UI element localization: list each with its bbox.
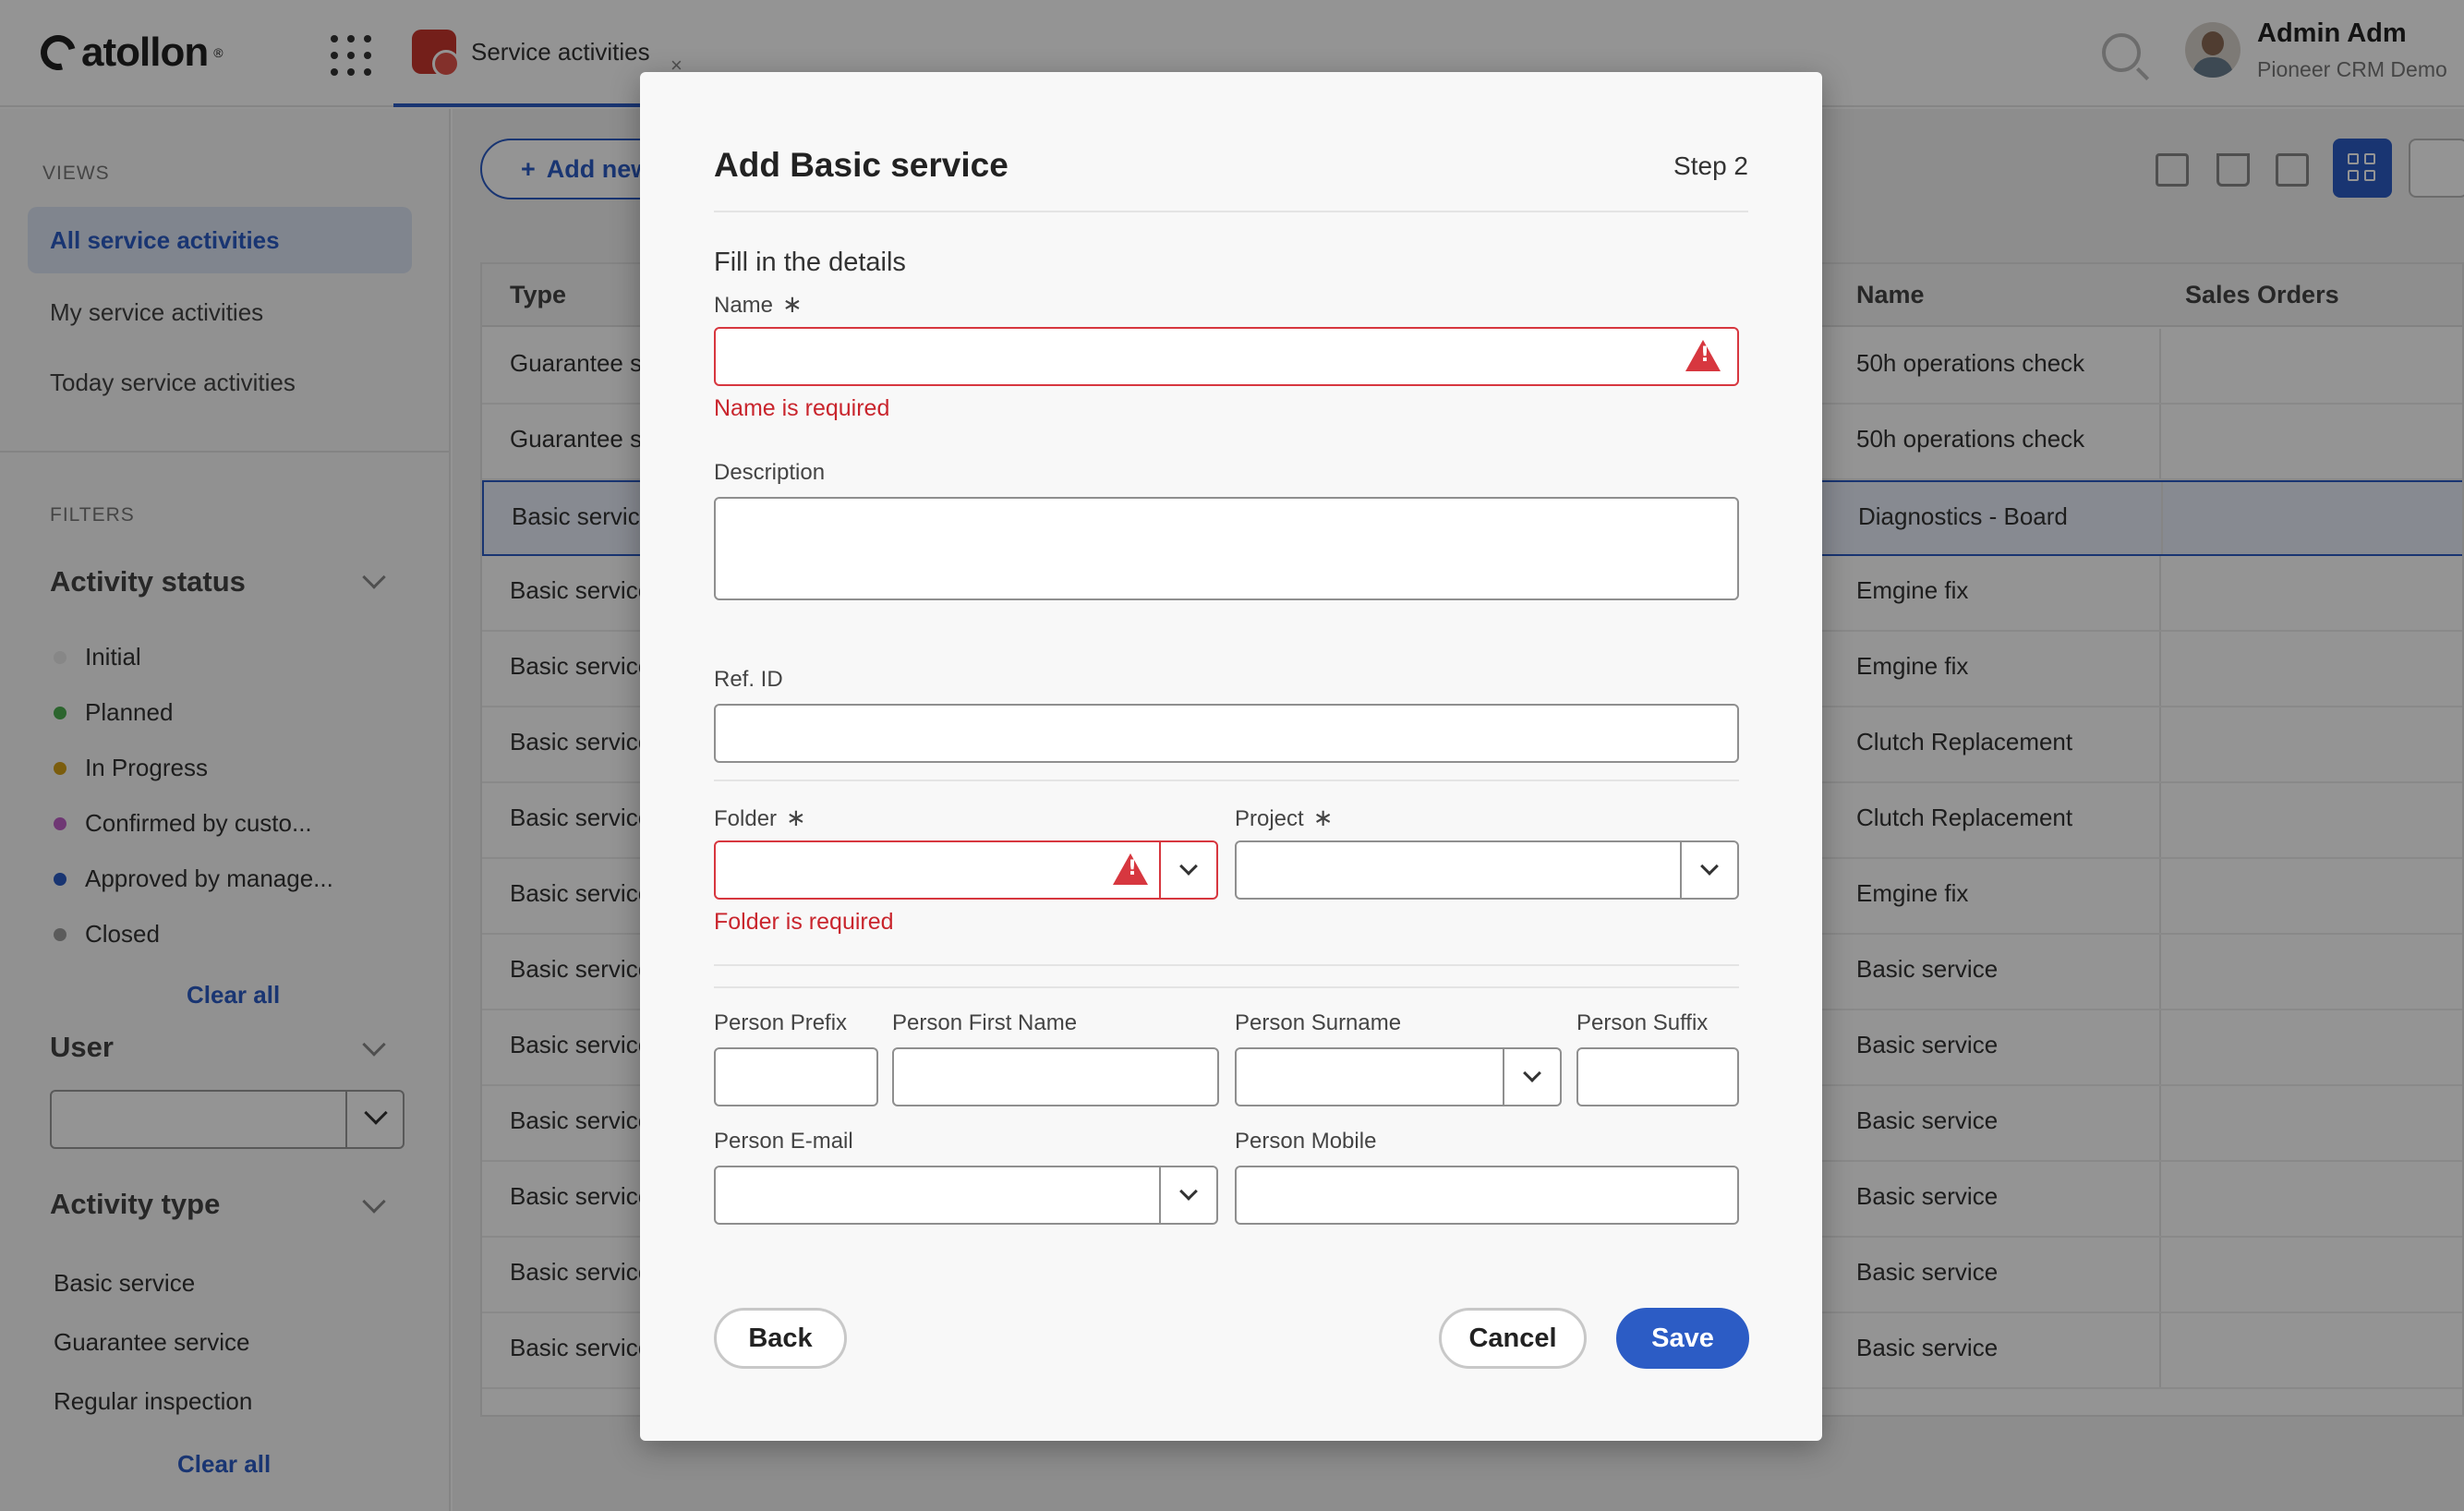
chevron-down-icon (1179, 857, 1198, 876)
ref-id-label: Ref. ID (714, 667, 783, 692)
person-surname-label: Person Surname (1235, 1010, 1402, 1035)
dialog-title: Add Basic service (714, 146, 1009, 184)
name-field[interactable] (714, 327, 1739, 386)
name-label: Name ∗ (714, 290, 803, 318)
folder-error-message: Folder is required (714, 909, 894, 935)
required-asterisk: ∗ (786, 804, 806, 831)
cancel-button[interactable]: Cancel (1439, 1308, 1587, 1369)
person-surname-select[interactable] (1235, 1047, 1562, 1106)
person-email-select[interactable] (714, 1166, 1218, 1225)
back-button[interactable]: Back (714, 1308, 847, 1369)
description-field[interactable] (714, 497, 1739, 600)
person-mobile-label: Person Mobile (1235, 1129, 1377, 1154)
project-select[interactable] (1235, 840, 1739, 900)
chevron-down-icon (1700, 857, 1719, 876)
person-suffix-field[interactable] (1576, 1047, 1739, 1106)
person-email-label: Person E-mail (714, 1129, 853, 1154)
error-warning-icon: ! (1113, 853, 1148, 885)
section-divider (714, 964, 1739, 966)
description-label: Description (714, 460, 826, 485)
folder-label: Folder ∗ (714, 804, 806, 831)
name-error-message: Name is required (714, 395, 890, 421)
person-prefix-label: Person Prefix (714, 1010, 848, 1035)
step-indicator: Step 2 (1673, 151, 1748, 180)
person-first-name-field[interactable] (892, 1047, 1219, 1106)
person-suffix-label: Person Suffix (1576, 1010, 1709, 1035)
required-asterisk: ∗ (1312, 804, 1334, 831)
add-basic-service-dialog: Add Basic service Step 2 Fill in the det… (640, 72, 1822, 1441)
section-divider (714, 780, 1739, 781)
section-divider (714, 986, 1739, 988)
save-button[interactable]: Save (1616, 1308, 1749, 1369)
person-first-name-label: Person First Name (892, 1010, 1078, 1035)
dialog-subtitle: Fill in the details (714, 248, 906, 277)
person-prefix-field[interactable] (714, 1047, 878, 1106)
chevron-down-icon (1179, 1182, 1198, 1201)
error-warning-icon: ! (1685, 340, 1721, 371)
ref-id-field[interactable] (714, 704, 1739, 763)
person-surname-dropdown-button[interactable] (1503, 1049, 1560, 1105)
person-email-dropdown-button[interactable] (1159, 1167, 1216, 1223)
required-asterisk: ∗ (782, 290, 803, 318)
dialog-divider (714, 211, 1748, 212)
person-mobile-field[interactable] (1235, 1166, 1739, 1225)
project-dropdown-button[interactable] (1680, 842, 1737, 898)
folder-dropdown-button[interactable] (1159, 842, 1216, 898)
project-label: Project ∗ (1235, 804, 1334, 831)
chevron-down-icon (1523, 1064, 1541, 1082)
